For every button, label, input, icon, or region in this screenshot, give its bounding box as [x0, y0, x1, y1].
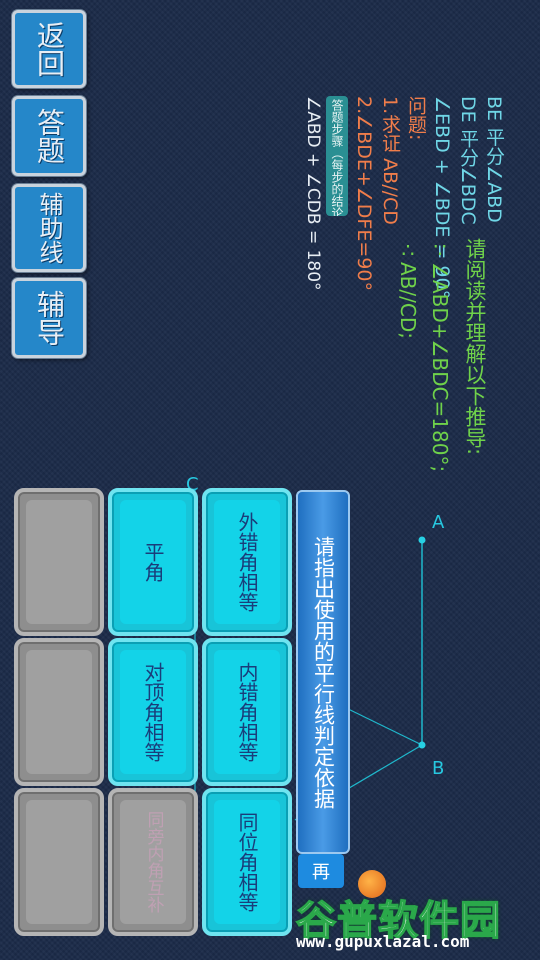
reasoning-line-1: ∵∠ABD+∠BDC=180°;: [428, 238, 452, 473]
option-label: 对顶角相等: [141, 662, 165, 762]
answer-button-label: 答题: [33, 108, 66, 164]
back-button[interactable]: 返回: [12, 10, 86, 88]
watermark-url: www.gupuxlazal.com: [296, 932, 470, 951]
option-label: 外错角相等: [235, 512, 259, 612]
option-tongpangneijiao: 同旁内角互补: [108, 788, 198, 936]
tutor-button-label: 辅导: [33, 290, 66, 346]
option-pingjiao[interactable]: 平角: [108, 488, 198, 636]
option-tongweijiao[interactable]: 同位角相等: [202, 788, 292, 936]
back-button-label: 返回: [33, 21, 66, 77]
reasoning-line-2: ∴AB//CD;: [396, 238, 420, 339]
option-label: 内错角相等: [235, 662, 259, 762]
reasoning-prompt: 请阅读并理解以下推导:: [463, 238, 487, 456]
step-2: 2.∠BDE+∠DFE=90°: [353, 96, 375, 291]
aux-line-button[interactable]: 辅助线: [12, 184, 86, 272]
question-item: 1.求证 AB//CD: [379, 96, 401, 225]
aux-line-button-label: 辅助线: [35, 192, 63, 264]
label-b: B: [432, 758, 445, 779]
line-b-e: [339, 704, 423, 746]
steps-badge: 答题步骤（每步的结论）:: [326, 96, 348, 216]
prompt-banner: 请指出使用的平行线判定依据: [296, 490, 350, 854]
question-heading: 问题:: [405, 96, 427, 141]
option-neicuojiao[interactable]: 内错角相等: [202, 638, 292, 786]
step-sum: ∠ABD + ∠CDB = 180°: [303, 96, 323, 291]
option-waicuojiao[interactable]: 外错角相等: [202, 488, 292, 636]
option-empty: [14, 638, 104, 786]
answer-button[interactable]: 答题: [12, 96, 86, 176]
option-label: 同位角相等: [235, 812, 259, 912]
option-duidingjiao[interactable]: 对顶角相等: [108, 638, 198, 786]
given-line-1: BE 平分∠ABD: [483, 96, 505, 223]
point-a: [418, 536, 426, 544]
option-label: 同旁内角互补: [143, 811, 164, 913]
watermark: 谷普软件园 www.gupuxlazal.com: [290, 868, 536, 956]
given-line-2: DE 平分∠BDC: [457, 96, 479, 225]
point-b: [418, 741, 426, 749]
option-empty: [14, 788, 104, 936]
option-empty: [14, 488, 104, 636]
option-label: 平角: [141, 542, 165, 582]
tutor-button[interactable]: 辅导: [12, 278, 86, 358]
label-a: A: [432, 512, 445, 533]
